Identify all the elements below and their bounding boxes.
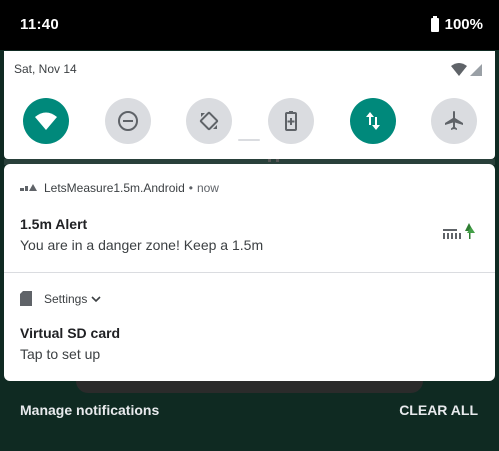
quick-settings-panel: Sat, Nov 14 <box>4 51 495 159</box>
notification-text: Tap to set up <box>20 346 101 362</box>
notification-title: Virtual SD card <box>20 325 121 341</box>
quick-settings-date: Sat, Nov 14 <box>14 62 77 76</box>
notification-header: Settings <box>20 291 101 306</box>
notification-text: You are in a danger zone! Keep a 1.5m <box>20 237 264 253</box>
tile-battery-saver[interactable] <box>268 98 314 144</box>
tile-auto-rotate[interactable] <box>186 98 232 144</box>
drag-handle[interactable] <box>238 139 260 141</box>
background-dot <box>276 159 279 162</box>
notification-app-name: LetsMeasure1.5m.Android <box>44 181 185 195</box>
auto-rotate-icon <box>199 111 219 131</box>
signal-icons <box>451 63 482 76</box>
status-time: 11:40 <box>20 16 60 33</box>
quick-settings-tiles <box>23 98 478 144</box>
notification-app-name: Settings <box>44 291 88 306</box>
battery-icon <box>430 15 439 32</box>
notification-title: 1.5m Alert <box>20 216 88 232</box>
notification-shelf <box>76 381 423 393</box>
cell-signal-icon <box>470 64 482 76</box>
clear-all-button[interactable]: CLEAR ALL <box>399 402 478 418</box>
tile-airplane-mode[interactable] <box>431 98 477 144</box>
lets-measure-app-icon <box>20 184 37 191</box>
notification-header: LetsMeasure1.5m.Android • now <box>20 181 219 195</box>
tile-do-not-disturb[interactable] <box>105 98 151 144</box>
chevron-down-icon[interactable] <box>91 294 101 304</box>
airplane-mode-icon <box>445 111 463 130</box>
mobile-data-icon <box>366 112 380 130</box>
sd-card-icon <box>20 291 32 306</box>
do-not-disturb-icon <box>118 111 138 131</box>
notification-time: now <box>196 181 219 195</box>
status-battery-group: 100% <box>430 15 483 33</box>
background-dot <box>268 159 271 162</box>
wifi-signal-icon <box>451 63 467 76</box>
notification-thumbnail <box>443 223 475 239</box>
notification-settings[interactable]: Settings Virtual SD card Tap to set up <box>4 273 495 381</box>
notification-lets-measure[interactable]: LetsMeasure1.5m.Android • now 1.5m Alert… <box>4 164 495 272</box>
notification-footer: Manage notifications CLEAR ALL <box>0 381 499 451</box>
notification-separator: • <box>188 181 193 195</box>
battery-percent: 100% <box>444 16 483 33</box>
wifi-icon <box>35 112 57 130</box>
status-bar: 11:40 100% <box>0 0 499 50</box>
tile-mobile-data[interactable] <box>350 98 396 144</box>
tile-wifi[interactable] <box>23 98 69 144</box>
manage-notifications-button[interactable]: Manage notifications <box>20 402 159 418</box>
battery-saver-icon <box>285 111 297 131</box>
